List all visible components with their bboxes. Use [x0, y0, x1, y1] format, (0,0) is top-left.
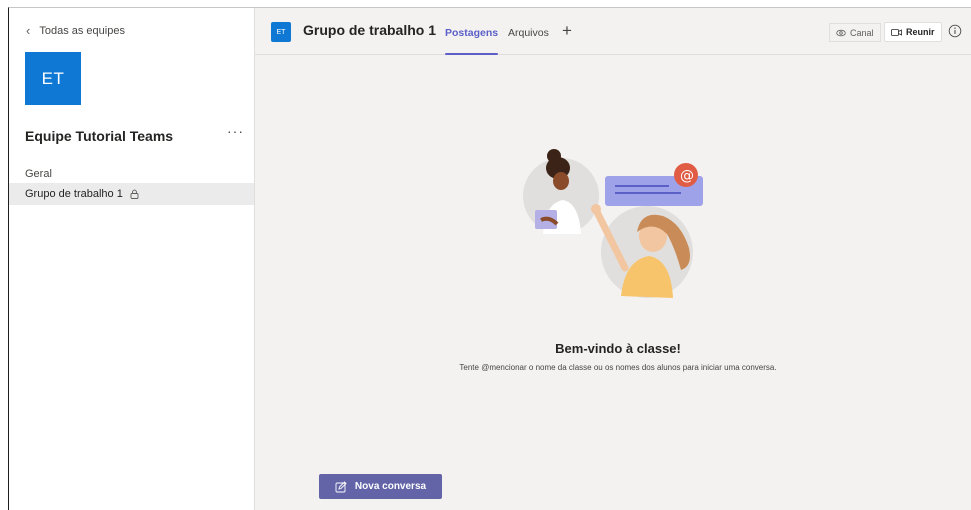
channel-header: ET Grupo de trabalho 1 Postagens Arquivo… [255, 8, 971, 55]
new-conversation-label: Nova conversa [354, 481, 427, 492]
channel-label: Geral [25, 168, 52, 180]
team-more-options-button[interactable]: ··· [227, 123, 244, 139]
channel-main: ET Grupo de trabalho 1 Postagens Arquivo… [255, 8, 971, 510]
reunir-button[interactable]: Reunir [884, 22, 942, 42]
svg-text:@: @ [680, 168, 694, 184]
compose-icon [335, 480, 347, 492]
sidebar: ‹ Todas as equipes ET Equipe Tutorial Te… [9, 8, 255, 510]
new-conversation-button[interactable]: Nova conversa [319, 474, 442, 499]
welcome-title: Bem-vindo à classe! [555, 341, 681, 356]
canal-button[interactable]: Canal [829, 23, 881, 42]
tab-arquivos[interactable]: Arquivos [508, 27, 549, 39]
add-tab-button[interactable]: + [562, 21, 572, 41]
lock-icon [130, 189, 139, 199]
welcome-subtitle: Tente @mencionar o nome da classe ou os … [459, 363, 777, 372]
channel-avatar: ET [271, 22, 291, 42]
meet-icon [891, 28, 902, 36]
channel-label: Grupo de trabalho 1 [25, 188, 123, 200]
tab-postagens[interactable]: Postagens [445, 27, 499, 55]
back-to-teams-link[interactable]: ‹ Todas as equipes [26, 24, 125, 37]
channel-title: Grupo de trabalho 1 [303, 22, 437, 38]
channel-item-grupo-de-trabalho-1[interactable]: Grupo de trabalho 1 [9, 183, 254, 205]
teams-window: ‹ Todas as equipes ET Equipe Tutorial Te… [8, 7, 971, 510]
reunir-label: Reunir [906, 27, 935, 37]
canal-label: Canal [850, 27, 874, 38]
back-label: Todas as equipes [39, 24, 125, 37]
eye-icon [836, 29, 846, 36]
channel-item-geral[interactable]: Geral [9, 163, 254, 185]
team-name: Equipe Tutorial Teams [25, 128, 174, 144]
welcome-illustration: @ [523, 149, 703, 298]
chevron-left-icon: ‹ [26, 23, 31, 38]
team-avatar: ET [25, 52, 81, 105]
info-icon[interactable] [948, 24, 962, 38]
